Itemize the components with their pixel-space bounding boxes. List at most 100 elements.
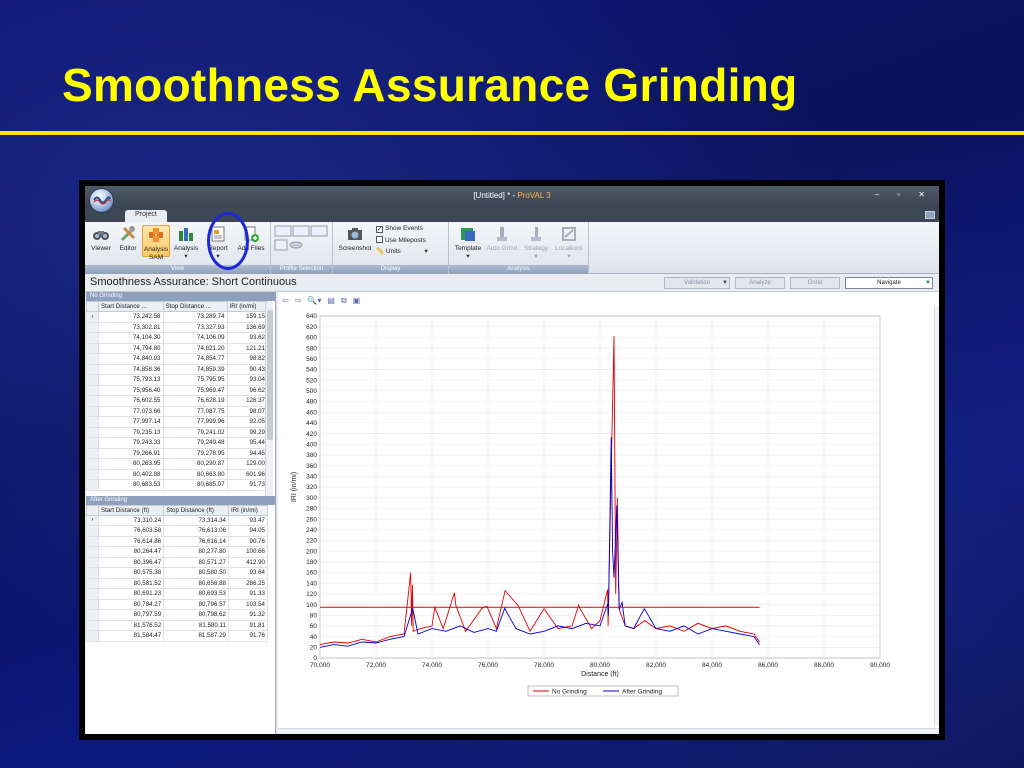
row-selector[interactable] xyxy=(86,353,99,365)
auto-grind-button[interactable]: Auto Grind xyxy=(485,225,519,253)
iri-chart: 0204060801001201401601802002202402602803… xyxy=(291,313,890,697)
back-arrow-icon[interactable]: ⇦ xyxy=(282,296,289,305)
content-title: Smoothness Assurance: Short Continuous xyxy=(90,276,297,288)
copy-icon[interactable]: ⧉ xyxy=(341,296,347,305)
profile-selection-icons[interactable] xyxy=(274,225,330,255)
grind-button[interactable]: Grind xyxy=(790,277,840,289)
template-button[interactable]: Template ▾ xyxy=(453,225,483,261)
window-title: [Untitled] * - ProVAL 3 xyxy=(85,191,939,200)
table-row[interactable]: 81,584.47 81,587.29 91.76 xyxy=(86,630,269,642)
x-tick-label: 86,000 xyxy=(758,662,778,669)
row-selector[interactable] xyxy=(86,395,99,407)
table-row[interactable]: › 73,242.58 73,289.74 159.15 xyxy=(86,311,269,323)
row-selector[interactable] xyxy=(86,447,99,459)
table-row[interactable]: 73,302.81 73,327.93 136.69 xyxy=(86,321,269,333)
table-row[interactable]: 75,956.40 75,969.47 96.62 xyxy=(86,384,269,396)
table-row[interactable]: 76,603.58 76,613.06 94.05 xyxy=(86,525,269,537)
table-row[interactable]: 77,997.14 77,999.96 92.05 xyxy=(86,416,269,428)
row-selector[interactable] xyxy=(86,598,99,610)
row-selector[interactable] xyxy=(86,458,99,470)
row-selector[interactable] xyxy=(86,535,99,547)
table-row[interactable]: 74,840.93 74,854.77 98.82 xyxy=(86,353,269,365)
table-row[interactable]: 80,575.38 80,580.50 93.64 xyxy=(86,567,269,579)
row-selector[interactable] xyxy=(86,374,99,386)
print-icon[interactable]: ▤ xyxy=(327,296,335,305)
tab-project[interactable]: Project xyxy=(125,210,167,222)
locations-button[interactable]: Locations ▾ xyxy=(553,225,585,261)
column-header[interactable]: IRI (in/mi) xyxy=(226,301,269,312)
row-selector[interactable] xyxy=(86,479,99,491)
use-mileposts-checkbox[interactable]: Use Mileposts xyxy=(376,236,426,244)
row-selector[interactable] xyxy=(86,437,99,449)
table-row[interactable]: 74,104.30 74,106.09 93.62 xyxy=(86,332,269,344)
show-events-checkbox[interactable]: ✓ Show Events xyxy=(376,225,423,233)
current-row-arrow-icon[interactable]: › xyxy=(86,514,99,526)
table-row[interactable]: 80,263.95 80,290.87 129.00 xyxy=(86,458,269,470)
table-row[interactable]: 77,073.66 77,087.75 98.07 xyxy=(86,405,269,417)
no-grinding-scrollbar[interactable] xyxy=(265,302,273,496)
row-selector[interactable] xyxy=(86,630,99,642)
table-row[interactable]: 79,243.33 79,249.48 95.44 xyxy=(86,437,269,449)
row-selector[interactable] xyxy=(86,426,99,438)
column-header[interactable]: Stop Distance ... xyxy=(162,301,228,312)
row-selector[interactable] xyxy=(86,609,99,621)
chart-horizontal-scrollbar[interactable] xyxy=(278,728,939,734)
row-selector[interactable] xyxy=(86,416,99,428)
table-row[interactable]: 80,396.47 80,571.27 412.90 xyxy=(86,556,269,568)
row-selector[interactable] xyxy=(86,546,99,558)
window-controls[interactable]: – ▫ ✕ xyxy=(875,190,933,199)
row-selector[interactable] xyxy=(86,577,99,589)
table-row[interactable]: 79,266.91 79,278.95 94.45 xyxy=(86,447,269,459)
column-header[interactable]: Start Distance (ft) xyxy=(97,504,165,516)
chart-vertical-scrollbar[interactable] xyxy=(934,306,939,726)
row-selector[interactable] xyxy=(86,588,99,600)
table-row[interactable]: 80,784.27 80,796.57 103.54 xyxy=(86,598,269,610)
table-row[interactable]: 74,794.80 74,821.20 121.21 xyxy=(86,342,269,354)
validation-dropdown[interactable]: Validation ▼ xyxy=(664,277,730,289)
analyze-button[interactable]: Analyze xyxy=(735,277,785,289)
row-selector[interactable] xyxy=(86,384,99,396)
table-row[interactable]: 80,797.59 80,798.62 91.32 xyxy=(86,609,269,621)
row-selector[interactable] xyxy=(86,321,99,333)
row-selector[interactable] xyxy=(86,525,99,537)
help-icon[interactable] xyxy=(925,211,935,219)
column-header[interactable]: IRI (in/mi) xyxy=(227,504,269,516)
row-selector[interactable] xyxy=(86,405,99,417)
row-selector[interactable] xyxy=(86,556,99,568)
table-row[interactable]: 74,858.36 74,859.39 90.43 xyxy=(86,363,269,375)
screenshot-button[interactable]: Screenshot xyxy=(337,225,373,253)
table-row[interactable]: 80,691.23 80,693.53 91.33 xyxy=(86,588,269,600)
column-header[interactable]: Stop Distance (ft) xyxy=(163,504,229,516)
row-selector[interactable] xyxy=(86,567,99,579)
table-row[interactable]: 76,614.86 76,616.14 90.76 xyxy=(86,535,269,547)
save-icon[interactable]: ▣ xyxy=(353,296,361,305)
table-row[interactable]: 81,576.52 81,580.11 91.81 xyxy=(86,619,269,631)
table-row[interactable]: 80,264.47 80,277.80 100.66 xyxy=(86,546,269,558)
table-row[interactable]: › 73,310.24 73,314.34 93.47 xyxy=(86,514,269,526)
analysis-button[interactable]: Analysis ▾ xyxy=(172,225,200,261)
table-row[interactable]: 76,602.55 76,628.19 126.37 xyxy=(86,395,269,407)
analysis-sam-button[interactable]: Analysis SAM xyxy=(142,225,170,261)
units-dropdown[interactable]: 📏 Units ▾ xyxy=(376,247,428,255)
viewer-button[interactable]: Viewer xyxy=(88,225,114,253)
table-row[interactable]: 80,683.53 80,685.07 91.73 xyxy=(86,479,269,491)
table-row[interactable]: 80,581.52 80,656.88 286.25 xyxy=(86,577,269,589)
zoom-icon[interactable]: 🔍▾ xyxy=(307,296,321,305)
application-menu-button[interactable] xyxy=(89,188,114,213)
row-selector[interactable] xyxy=(86,342,99,354)
table-row[interactable]: 79,235.13 79,241.02 99.29 xyxy=(86,426,269,438)
table-row[interactable]: 80,402.88 80,663.80 601.96 xyxy=(86,468,269,480)
x-tick-label: 88,000 xyxy=(814,662,834,669)
forward-arrow-icon[interactable]: ⇨ xyxy=(295,296,302,305)
scrollbar-thumb[interactable] xyxy=(267,310,273,440)
row-selector[interactable] xyxy=(86,619,99,631)
column-header[interactable]: Start Distance ... xyxy=(98,301,164,312)
row-selector[interactable] xyxy=(86,332,99,344)
row-selector[interactable] xyxy=(86,363,99,375)
current-row-arrow-icon[interactable]: › xyxy=(86,311,99,323)
navigate-dropdown[interactable]: Navigate ▼ xyxy=(845,277,933,289)
editor-button[interactable]: Editor xyxy=(116,225,140,253)
strategy-button[interactable]: Strategy ▾ xyxy=(521,225,551,261)
table-row[interactable]: 75,793.13 75,795.95 93.04 xyxy=(86,374,269,386)
row-selector[interactable] xyxy=(86,468,99,480)
